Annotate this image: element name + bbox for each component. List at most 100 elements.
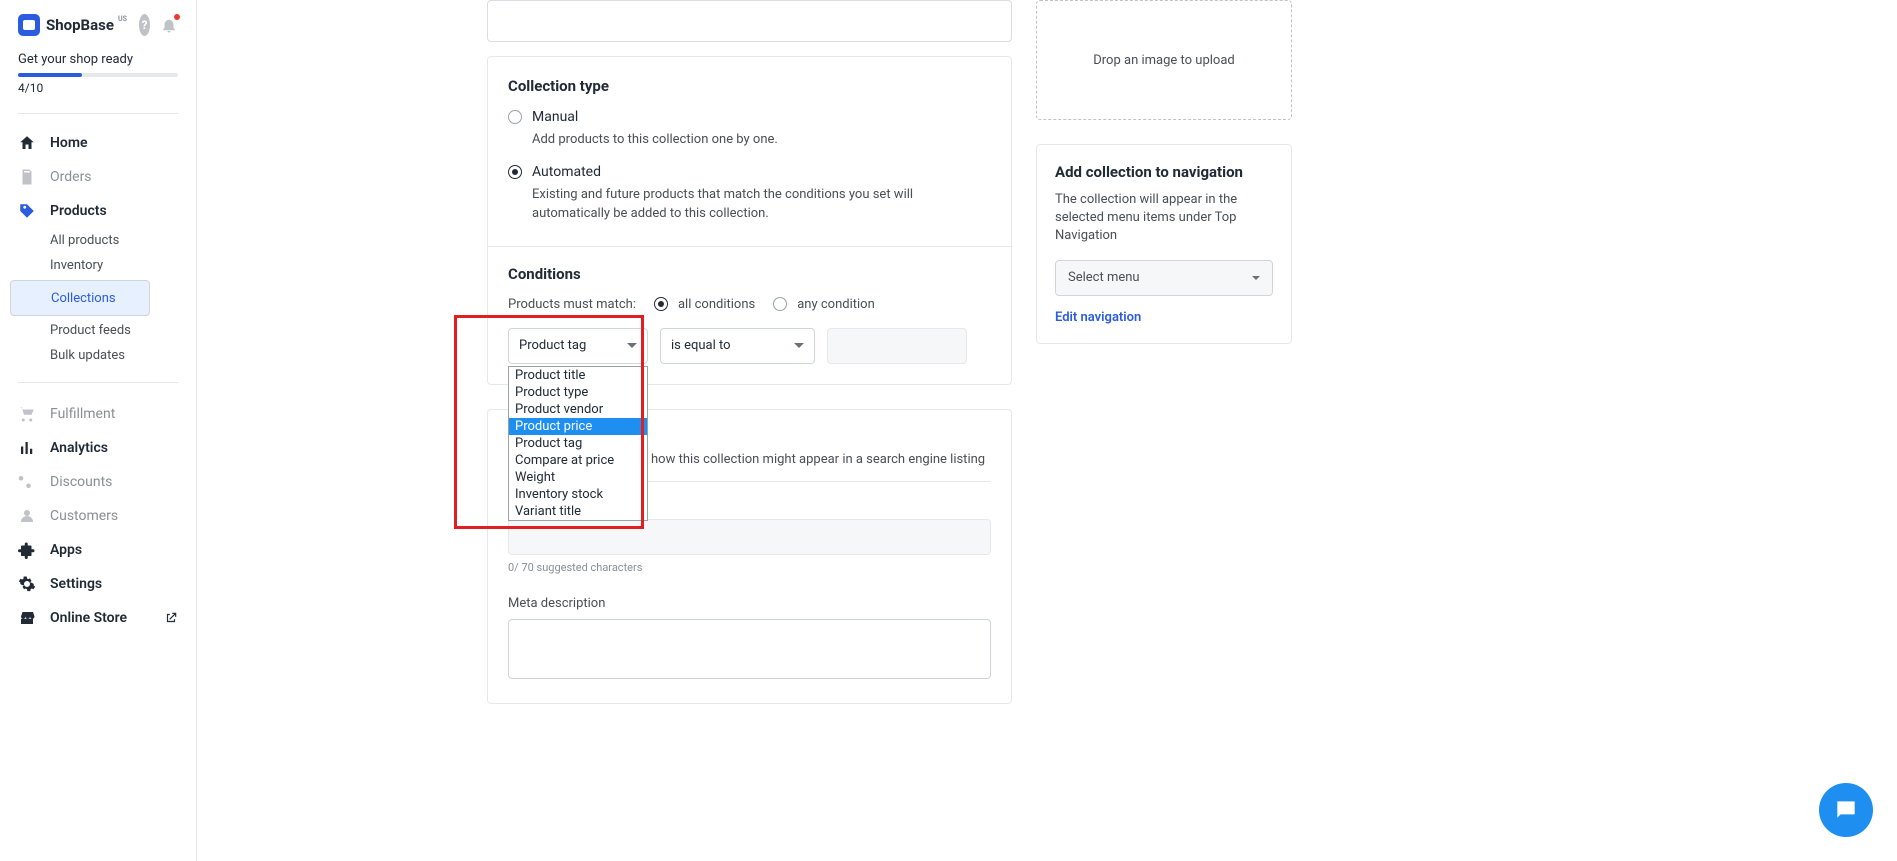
caret-down-icon xyxy=(794,343,804,348)
dropzone-label: Drop an image to upload xyxy=(1093,53,1234,68)
chat-fab[interactable] xyxy=(1819,783,1873,837)
dropdown-option[interactable]: Inventory stock xyxy=(509,486,647,503)
main-content: Collection type Manual Add products to t… xyxy=(197,0,1897,861)
percent-icon xyxy=(18,473,36,491)
select-value: is equal to xyxy=(671,338,731,353)
manual-desc: Add products to this collection one by o… xyxy=(532,131,991,150)
home-icon xyxy=(18,134,36,152)
nav-card-heading: Add collection to navigation xyxy=(1055,163,1273,181)
image-upload-dropzone[interactable]: Drop an image to upload xyxy=(1036,0,1292,120)
notification-dot-icon xyxy=(174,14,180,20)
nav-customers[interactable]: Customers xyxy=(0,499,196,533)
store-icon xyxy=(18,609,36,627)
brand-region: US xyxy=(118,15,127,23)
orders-icon xyxy=(18,168,36,186)
select-placeholder: Select menu xyxy=(1068,270,1140,285)
condition-field-select[interactable]: Product tag xyxy=(508,328,648,364)
external-link-icon[interactable] xyxy=(164,611,178,625)
nav-bulk-updates[interactable]: Bulk updates xyxy=(0,343,196,368)
nav-orders[interactable]: Orders xyxy=(0,160,196,194)
nav-product-feeds[interactable]: Product feeds xyxy=(0,318,196,343)
page-title-input[interactable] xyxy=(508,519,991,555)
nav-online-store[interactable]: Online Store xyxy=(0,601,196,635)
dropdown-option[interactable]: Variant title xyxy=(509,503,647,520)
any-condition-option[interactable]: any condition xyxy=(773,297,875,312)
nav-discounts[interactable]: Discounts xyxy=(0,465,196,499)
nav-label: Fulfillment xyxy=(50,406,115,422)
nav-label: Customers xyxy=(50,508,118,524)
nav-card-desc: The collection will appear in the select… xyxy=(1055,191,1273,246)
menu-select[interactable]: Select menu xyxy=(1055,260,1273,296)
gear-icon xyxy=(18,575,36,593)
onboarding-count: 4/10 xyxy=(0,81,196,113)
help-button[interactable]: ? xyxy=(139,14,150,36)
nav-home[interactable]: Home xyxy=(0,126,196,160)
nav-products[interactable]: Products xyxy=(0,194,196,228)
description-editor-bottom[interactable] xyxy=(487,0,1012,42)
notifications-button[interactable] xyxy=(160,16,178,34)
nav-analytics[interactable]: Analytics xyxy=(0,431,196,465)
logo-icon xyxy=(18,14,40,36)
nav-settings[interactable]: Settings xyxy=(0,567,196,601)
collection-type-heading: Collection type xyxy=(508,77,991,95)
cart-icon xyxy=(18,405,36,423)
radio-icon xyxy=(773,297,787,311)
tag-icon xyxy=(18,202,36,220)
nav-label: Analytics xyxy=(50,440,108,456)
caret-down-icon xyxy=(627,343,637,348)
dropdown-option[interactable]: Product price xyxy=(509,418,647,435)
collection-type-card: Collection type Manual Add products to t… xyxy=(487,56,1012,385)
dropdown-option[interactable]: Compare at price xyxy=(509,452,647,469)
sidebar: ShopBase US ? Get your shop ready 4/10 H… xyxy=(0,0,197,861)
all-label: all conditions xyxy=(678,297,755,312)
dropdown-option[interactable]: Product tag xyxy=(509,435,647,452)
nav-label: Orders xyxy=(50,169,92,185)
page-title-helper: 0/ 70 suggested characters xyxy=(508,561,991,574)
automated-option[interactable]: Automated xyxy=(508,164,991,180)
nav-collections[interactable]: Collections xyxy=(10,280,150,316)
dropdown-option[interactable]: Product vendor xyxy=(509,401,647,418)
nav-label: Products xyxy=(50,203,107,219)
user-icon xyxy=(18,507,36,525)
nav-label: Discounts xyxy=(50,474,112,490)
dropdown-option[interactable]: Product type xyxy=(509,384,647,401)
chart-icon xyxy=(18,439,36,457)
manual-label: Manual xyxy=(532,109,578,125)
caret-down-icon xyxy=(1252,276,1260,280)
edit-navigation-link[interactable]: Edit navigation xyxy=(1055,310,1141,325)
meta-description-label: Meta description xyxy=(508,596,991,611)
nav-label: Home xyxy=(50,135,88,151)
nav-inventory[interactable]: Inventory xyxy=(0,253,196,278)
chat-icon xyxy=(1833,797,1859,823)
onboarding-progress xyxy=(18,73,178,77)
match-label: Products must match: xyxy=(508,297,636,312)
radio-icon xyxy=(654,297,668,311)
brand-name: ShopBase xyxy=(46,16,114,34)
puzzle-icon xyxy=(18,541,36,559)
navigation-card: Add collection to navigation The collect… xyxy=(1036,144,1292,344)
automated-label: Automated xyxy=(532,164,601,180)
seo-desc-partial: o see how this collection might appear i… xyxy=(617,452,985,467)
radio-icon xyxy=(508,110,522,124)
dropdown-option[interactable]: Product title xyxy=(509,367,647,384)
select-value: Product tag xyxy=(519,338,586,353)
meta-description-input[interactable] xyxy=(508,619,991,679)
all-conditions-option[interactable]: all conditions xyxy=(654,297,755,312)
condition-field-dropdown: Product title Product type Product vendo… xyxy=(508,366,648,521)
dropdown-option[interactable]: Weight xyxy=(509,469,647,486)
nav-label: Online Store xyxy=(50,610,127,626)
nav-all-products[interactable]: All products xyxy=(0,228,196,253)
nav-apps[interactable]: Apps xyxy=(0,533,196,567)
condition-value-input[interactable] xyxy=(827,328,967,364)
nav-fulfillment[interactable]: Fulfillment xyxy=(0,397,196,431)
automated-desc: Existing and future products that match … xyxy=(532,186,991,224)
nav-label: Apps xyxy=(50,542,82,558)
nav-label: Settings xyxy=(50,576,102,592)
radio-icon xyxy=(508,165,522,179)
manual-option[interactable]: Manual xyxy=(508,109,991,125)
any-label: any condition xyxy=(797,297,875,312)
brand-logo[interactable]: ShopBase US xyxy=(18,14,129,36)
conditions-heading: Conditions xyxy=(508,265,991,283)
condition-operator-select[interactable]: is equal to xyxy=(660,328,815,364)
onboarding-title[interactable]: Get your shop ready xyxy=(0,52,196,73)
